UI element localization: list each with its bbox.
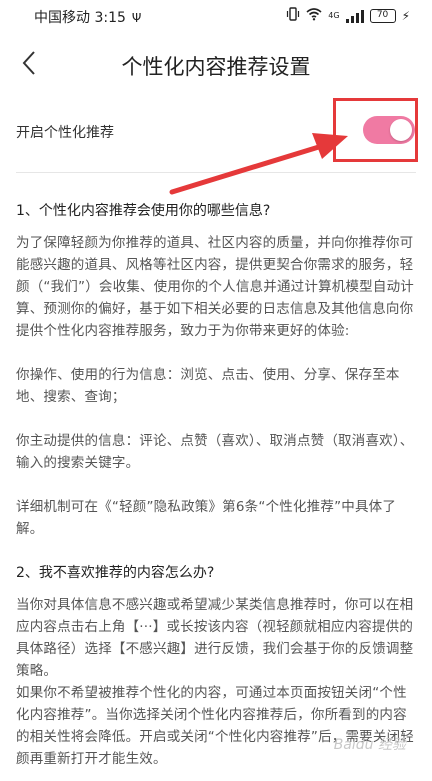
section2-paragraph: 当你对具体信息不感兴趣或希望减少某类信息推荐时，你可以在相应内容点击右上角【··… bbox=[16, 597, 414, 679]
network-type: 4G bbox=[328, 11, 340, 20]
section2-heading: 2、我不喜欢推荐的内容怎么办? bbox=[16, 565, 215, 581]
battery-icon: 70 bbox=[369, 8, 396, 23]
vibrate-icon bbox=[286, 7, 300, 24]
status-right: 4G 70 ⚡ bbox=[286, 7, 410, 24]
section1-paragraph: 你主动提供的信息：评论、点赞（喜欢）、取消点赞（取消喜欢）、输入的搜索关键字。 bbox=[16, 433, 414, 471]
watermark: Baidu 经验 bbox=[333, 737, 406, 753]
battery-level: 70 bbox=[376, 10, 389, 20]
section1-paragraph: 为了保障轻颜为你推荐的道具、社区内容的质量，并向你推荐你可能感兴趣的道具、风格等… bbox=[16, 235, 414, 339]
personalized-recommendation-row: 开启个性化推荐 bbox=[0, 98, 432, 162]
switch-knob bbox=[390, 119, 412, 141]
signal-icon bbox=[345, 9, 364, 23]
divider bbox=[16, 172, 416, 173]
section2-paragraph: 如果你不希望被推荐个性化的内容，可通过本页面按钮关闭“个性化内容推荐”。当你选择… bbox=[16, 685, 414, 767]
personalized-recommendation-switch[interactable] bbox=[363, 116, 415, 144]
policy-content: 1、个性化内容推荐会使用你的哪些信息? 为了保障轻颜为你推荐的道具、社区内容的质… bbox=[16, 200, 418, 770]
header: 个性化内容推荐设置 bbox=[0, 36, 432, 92]
carrier-time: 中国移动 3:15 bbox=[34, 10, 126, 26]
status-left: 中国移动 3:15 Ψ bbox=[34, 7, 141, 27]
section1-heading: 1、个性化内容推荐会使用你的哪些信息? bbox=[16, 203, 271, 219]
usb-icon: Ψ bbox=[131, 11, 142, 25]
status-bar: 中国移动 3:15 Ψ 4G 70 ⚡ bbox=[0, 0, 432, 32]
section1-paragraph: 详细机制可在《“轻颜”隐私政策》第6条“个性化推荐”中具体了解。 bbox=[16, 499, 397, 537]
section1-paragraph: 你操作、使用的行为信息：浏览、点击、使用、分享、保存至本地、搜索、查询； bbox=[16, 367, 400, 405]
page-title: 个性化内容推荐设置 bbox=[121, 55, 311, 79]
charging-icon: ⚡ bbox=[401, 8, 410, 23]
toggle-label: 开启个性化推荐 bbox=[16, 125, 114, 141]
wifi-icon bbox=[306, 7, 322, 24]
